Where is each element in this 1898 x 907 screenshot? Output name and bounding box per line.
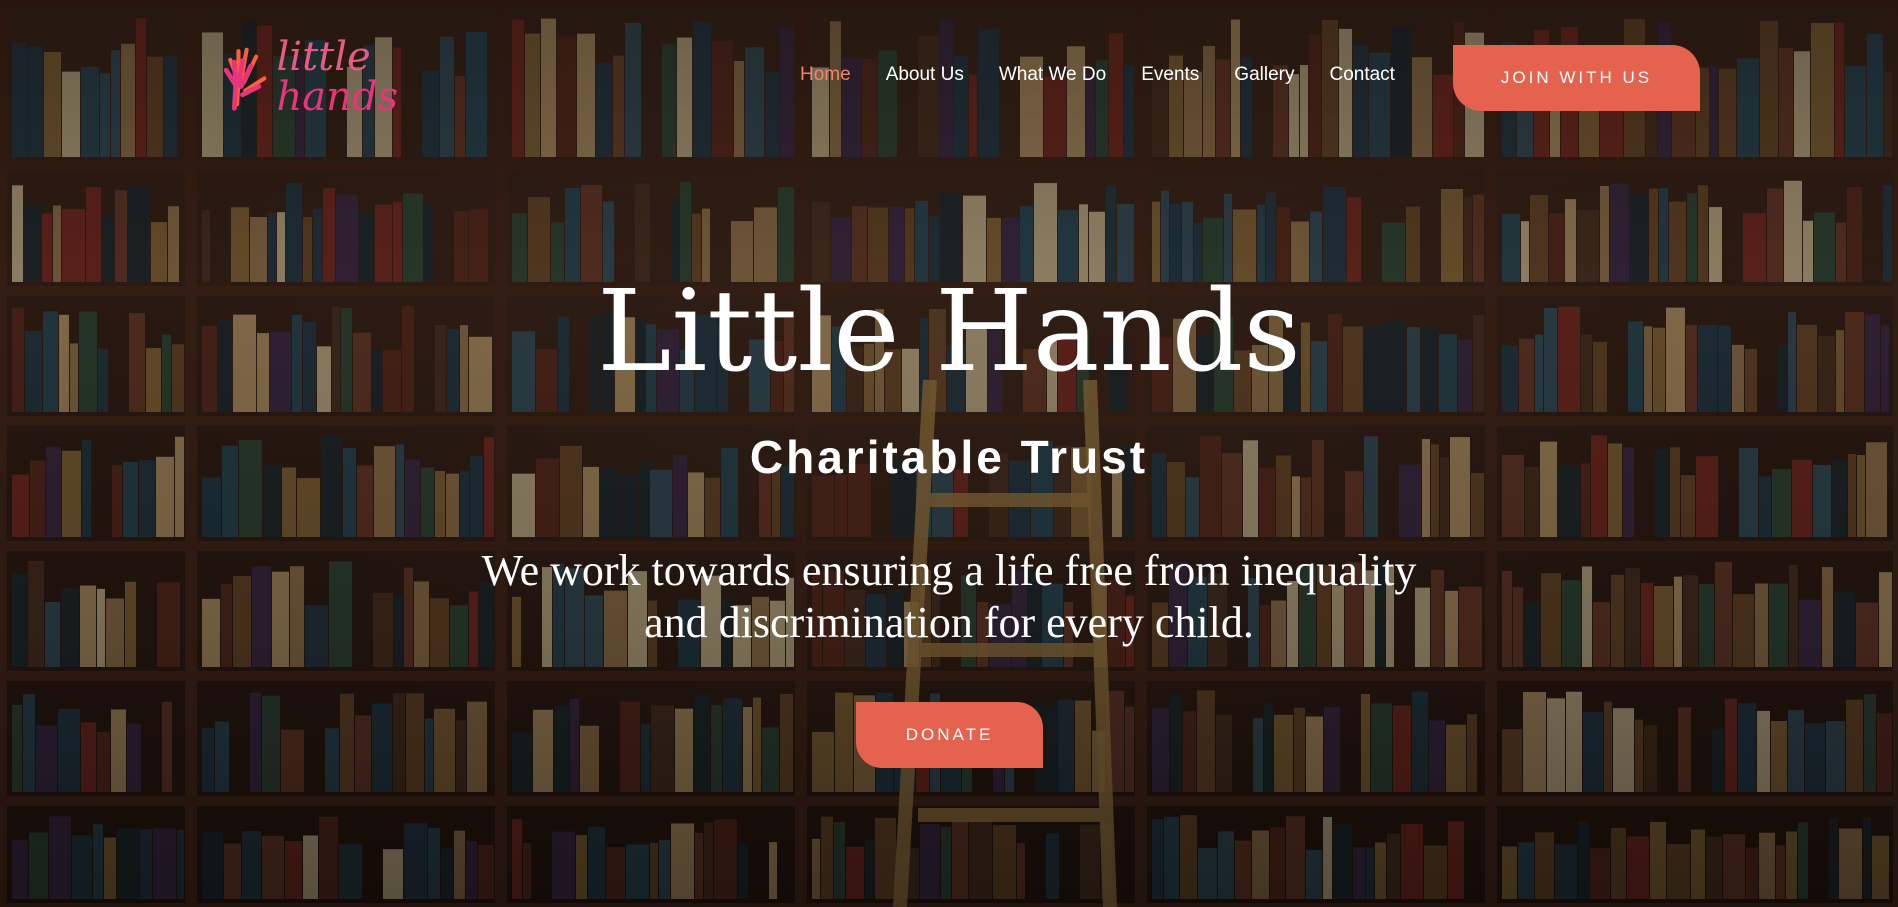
nav-events[interactable]: Events — [1141, 64, 1199, 86]
nav-contact[interactable]: Contact — [1329, 64, 1394, 86]
page-title: Little Hands — [597, 267, 1301, 397]
nav-gallery[interactable]: Gallery — [1234, 64, 1294, 86]
nav-about-us[interactable]: About Us — [886, 64, 964, 86]
logo[interactable]: little hands — [218, 22, 398, 132]
page-subtitle: Charitable Trust — [749, 431, 1149, 483]
nav-what-we-do[interactable]: What We Do — [999, 64, 1106, 86]
main-nav: Home About Us What We Do Events Gallery … — [800, 64, 1395, 86]
join-with-us-button[interactable]: JOIN WITH US — [1453, 45, 1700, 111]
donate-button[interactable]: DONATE — [856, 702, 1043, 768]
hand-icon — [223, 47, 267, 111]
nav-home[interactable]: Home — [800, 64, 851, 86]
mission-statement: We work towards ensuring a life free fro… — [481, 546, 1417, 647]
logo-line2: hands — [276, 74, 398, 120]
logo-wordmark: little hands — [276, 37, 398, 117]
logo-line1: little — [276, 34, 371, 80]
